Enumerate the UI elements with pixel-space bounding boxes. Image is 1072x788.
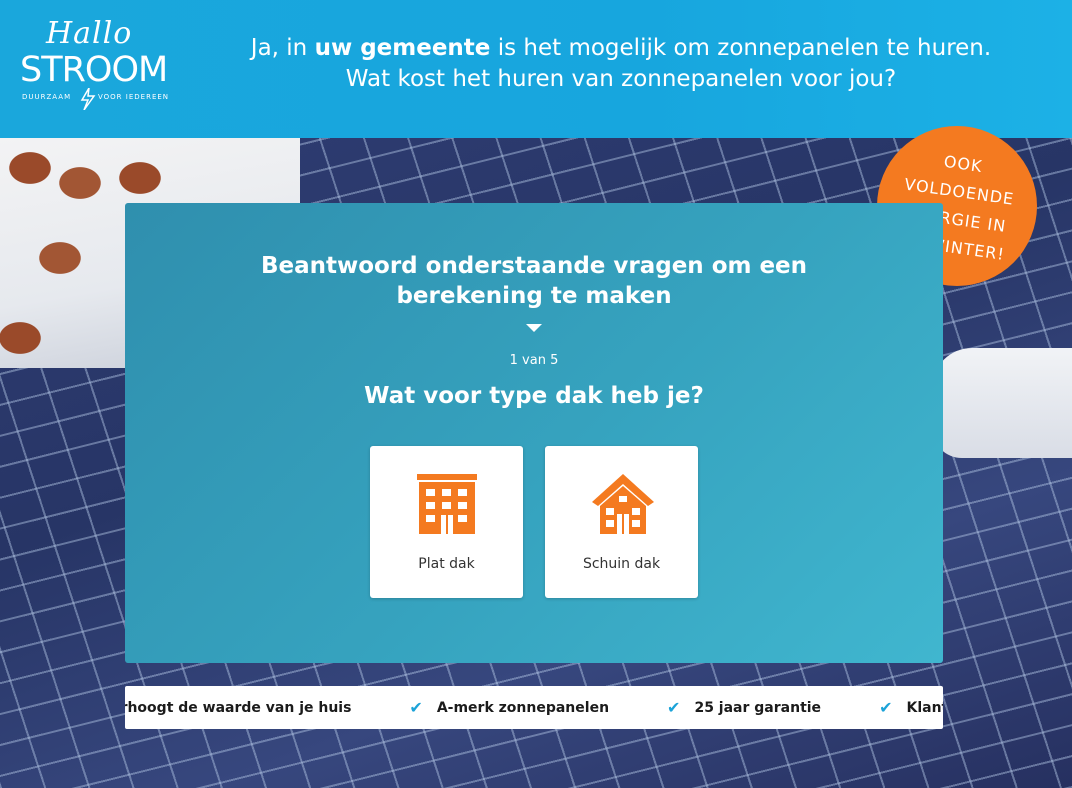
quiz-title-line-2: berekening te maken xyxy=(396,283,672,309)
logo-hallo-text: Hallo xyxy=(46,16,133,51)
benefits-track: Verhoogt de waarde van je huis ✔ A-merk … xyxy=(125,686,943,729)
hallostroom-logo[interactable]: Hallo STROOM DUURZAAM VOOR IEDEREEN xyxy=(20,14,170,114)
benefit-item: ✔ 25 jaar garantie xyxy=(667,698,821,717)
logo-stroom-text: STROOM xyxy=(20,50,168,90)
headline-municipality: uw gemeente xyxy=(314,35,491,61)
headline-text-before: Ja, in xyxy=(250,35,315,61)
quiz-card: Beantwoord onderstaande vragen om een be… xyxy=(125,203,943,663)
headline-line-1: Ja, in uw gemeente is het mogelijk om zo… xyxy=(196,33,1046,64)
check-icon: ✔ xyxy=(879,698,893,717)
site-header: Hallo STROOM DUURZAAM VOOR IEDEREEN Ja, … xyxy=(0,0,1072,138)
caret-down-icon xyxy=(526,324,542,332)
logo-tagline-left: DUURZAAM xyxy=(22,93,72,101)
benefit-item: ✔ Klantenbeoordeling xyxy=(879,698,943,717)
benefit-text: Verhoogt de waarde van je huis xyxy=(125,699,352,716)
benefit-text: 25 jaar garantie xyxy=(694,699,822,716)
sloped-roof-house-icon xyxy=(592,474,654,534)
logo-tagline-right: VOOR IEDEREEN xyxy=(98,93,170,101)
benefit-item: ✔ A-merk zonnepanelen xyxy=(409,698,609,717)
benefit-text: A-merk zonnepanelen xyxy=(436,699,610,716)
option-label: Plat dak xyxy=(418,556,475,572)
option-plat-dak[interactable]: Plat dak xyxy=(370,446,523,598)
page-headline: Ja, in uw gemeente is het mogelijk om zo… xyxy=(196,33,1046,95)
quiz-title-line-1: Beantwoord onderstaande vragen om een xyxy=(260,253,808,279)
check-icon: ✔ xyxy=(667,698,681,717)
benefit-text: Klantenbeoordeling xyxy=(906,699,943,716)
flat-roof-building-icon xyxy=(417,474,477,534)
benefits-bar: Verhoogt de waarde van je huis ✔ A-merk … xyxy=(125,686,943,729)
lightning-bolt-icon xyxy=(80,88,96,110)
benefit-item: Verhoogt de waarde van je huis xyxy=(125,700,351,716)
snow-patch xyxy=(932,348,1072,458)
option-label: Schuin dak xyxy=(582,556,661,572)
quiz-question: Wat voor type dak heb je? xyxy=(364,383,704,409)
quiz-title: Beantwoord onderstaande vragen om een be… xyxy=(125,251,943,311)
step-indicator: 1 van 5 xyxy=(509,353,559,368)
headline-line-2: Wat kost het huren van zonnepanelen voor… xyxy=(345,66,897,92)
option-schuin-dak[interactable]: Schuin dak xyxy=(545,446,698,598)
headline-text-after: is het mogelijk om zonnepanelen te huren… xyxy=(490,35,992,61)
check-icon: ✔ xyxy=(409,698,423,717)
